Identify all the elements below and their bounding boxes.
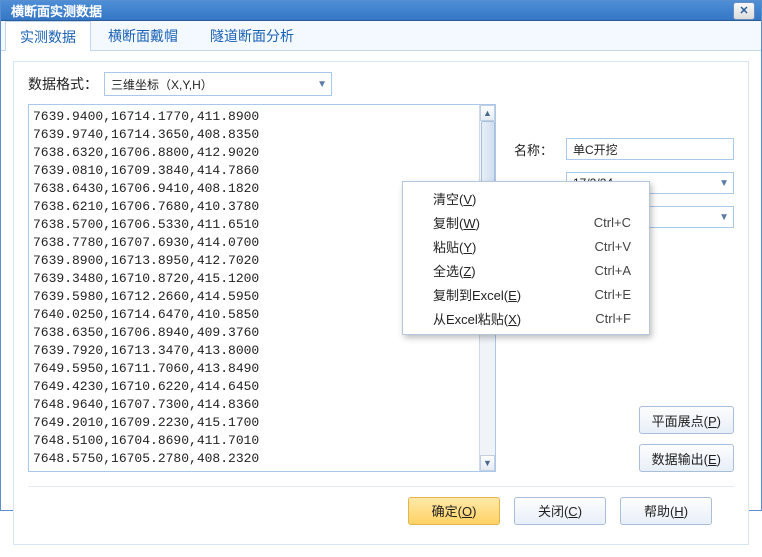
menu-shortcut: Ctrl+E <box>595 287 631 302</box>
menu-shortcut: Ctrl+C <box>594 215 631 230</box>
menu-paste-from-excel[interactable]: 从Excel粘贴(X) Ctrl+F <box>405 306 647 330</box>
menu-label: 清空(V) <box>433 189 476 208</box>
menu-shortcut: Ctrl+F <box>595 311 631 326</box>
tab-section-cap[interactable]: 横断面戴帽 <box>93 20 193 50</box>
menu-label: 复制(W) <box>433 213 480 232</box>
dialog: 横断面实测数据 ✕ 实测数据 横断面戴帽 隧道断面分析 数据格式： 三维坐标（X… <box>0 0 762 511</box>
menu-shortcut: Ctrl+V <box>595 239 631 254</box>
titlebar: 横断面实测数据 ✕ <box>1 1 761 21</box>
footer: 确定(O) 关闭(C) 帮助(H) <box>28 486 734 534</box>
menu-label: 粘贴(Y) <box>433 237 476 256</box>
format-label: 数据格式： <box>28 74 98 94</box>
plane-points-button[interactable]: 平面展点(P) <box>639 406 734 434</box>
name-row: 名称： 单C开挖 <box>514 138 734 160</box>
menu-paste[interactable]: 粘贴(Y) Ctrl+V <box>405 234 647 258</box>
data-format-select[interactable]: 三维坐标（X,Y,H） ▼ <box>104 72 332 96</box>
format-row: 数据格式： 三维坐标（X,Y,H） ▼ <box>28 72 734 96</box>
chevron-down-icon: ▼ <box>317 79 327 90</box>
scroll-up-icon[interactable]: ▲ <box>480 105 495 121</box>
menu-label: 从Excel粘贴(X) <box>433 309 521 328</box>
tab-tunnel-analysis[interactable]: 隧道断面分析 <box>195 20 309 50</box>
name-input[interactable]: 单C开挖 <box>566 138 734 160</box>
chevron-down-icon: ▼ <box>719 212 729 223</box>
data-format-value: 三维坐标（X,Y,H） <box>111 76 213 93</box>
name-label: 名称： <box>514 140 560 159</box>
menu-label: 复制到Excel(E) <box>433 285 521 304</box>
name-value: 单C开挖 <box>573 141 618 158</box>
menu-copy-to-excel[interactable]: 复制到Excel(E) Ctrl+E <box>405 282 647 306</box>
menu-select-all[interactable]: 全选(Z) Ctrl+A <box>405 258 647 282</box>
close-icon[interactable]: ✕ <box>733 2 755 20</box>
scroll-down-icon[interactable]: ▼ <box>480 455 495 471</box>
menu-clear[interactable]: 清空(V) <box>405 186 647 210</box>
menu-shortcut: Ctrl+A <box>595 263 631 278</box>
menu-label: 全选(Z) <box>433 261 476 280</box>
tabs: 实测数据 横断面戴帽 隧道断面分析 <box>1 21 761 51</box>
side-buttons: 平面展点(P) 数据输出(E) <box>514 406 734 472</box>
data-export-button[interactable]: 数据输出(E) <box>639 444 734 472</box>
window-title: 横断面实测数据 <box>11 1 102 20</box>
chevron-down-icon: ▼ <box>719 178 729 189</box>
menu-copy[interactable]: 复制(W) Ctrl+C <box>405 210 647 234</box>
tab-measured-data[interactable]: 实测数据 <box>5 21 91 51</box>
context-menu: 清空(V) 复制(W) Ctrl+C 粘贴(Y) Ctrl+V 全选(Z) Ctrl+… <box>402 181 650 335</box>
